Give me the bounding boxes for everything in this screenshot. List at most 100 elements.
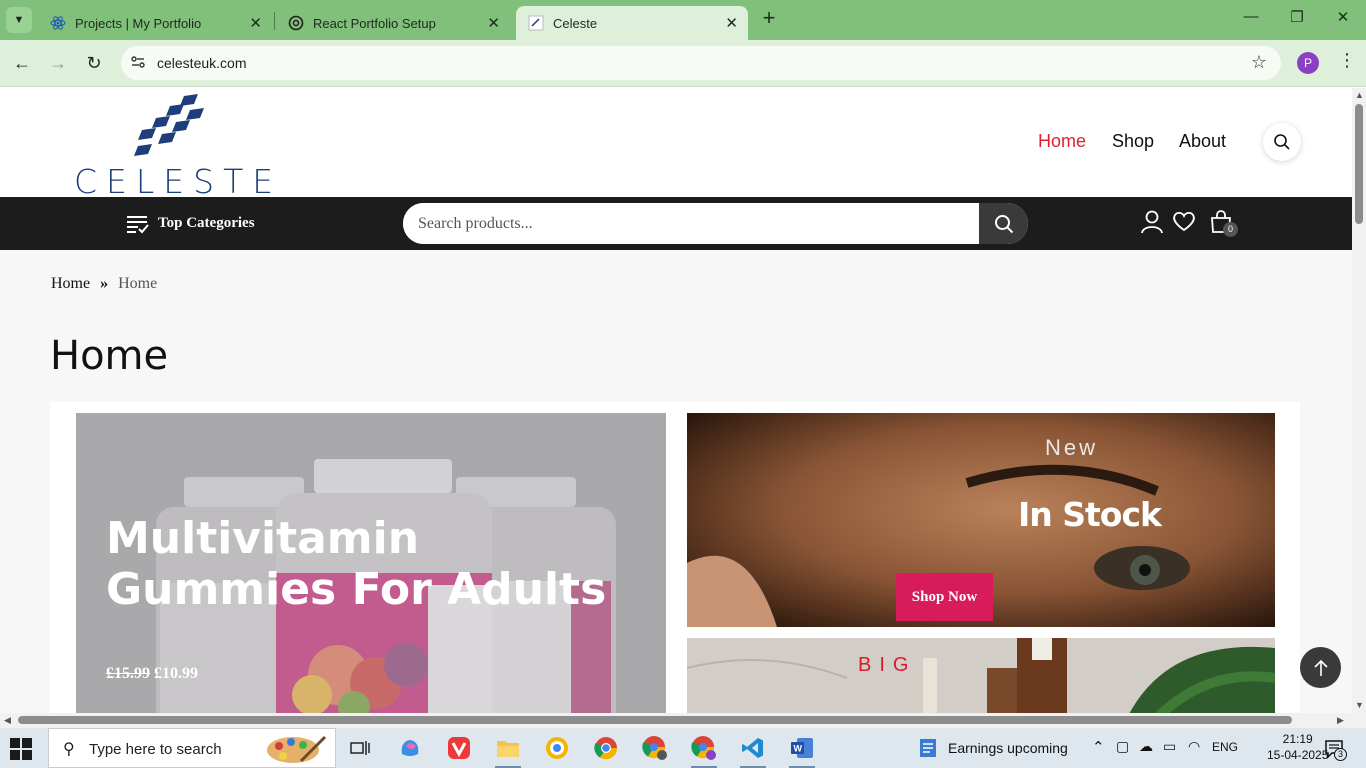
new-in-stock-banner[interactable]: New In Stock Shop Now [687, 413, 1275, 627]
banner-headline: In Stock [1018, 495, 1162, 534]
banner-eyebrow: New [1045, 435, 1099, 460]
scroll-up-arrow-icon[interactable]: ▲ [1355, 90, 1364, 100]
taskbar-search-placeholder: Type here to search [89, 741, 222, 758]
browser-menu-icon[interactable]: ⋮ [1338, 50, 1356, 71]
clock-time: 21:19 [1282, 732, 1313, 746]
breadcrumb-current: Home [118, 275, 158, 292]
windows-start-icon[interactable] [10, 738, 32, 760]
wifi-icon[interactable]: ◠ [1188, 738, 1200, 755]
tab-title: Projects | My Portfolio [75, 15, 202, 31]
tab-search-dropdown-icon[interactable]: ▼ [6, 7, 32, 33]
svg-text:W: W [794, 744, 803, 754]
nav-shop[interactable]: Shop [1112, 131, 1154, 152]
copilot-icon[interactable] [396, 734, 424, 762]
word-icon[interactable]: W [788, 734, 816, 768]
category-list-icon[interactable] [127, 214, 149, 234]
forward-arrow-icon[interactable]: → [45, 51, 71, 77]
windows-taskbar: ⚲ Type here to search W Earnings upcomin [0, 728, 1366, 768]
url-text[interactable]: celesteuk.com [157, 55, 246, 71]
breadcrumb-home-link[interactable]: Home [51, 275, 90, 293]
file-explorer-icon[interactable] [494, 734, 522, 768]
paint-palette-icon [267, 735, 327, 763]
search-icon [994, 214, 1013, 233]
search-icon: ⚲ [63, 741, 75, 758]
language-indicator[interactable]: ENG [1212, 740, 1238, 754]
taskbar-search-box[interactable]: ⚲ Type here to search [48, 728, 336, 768]
multivitamin-banner[interactable]: Multivitamin Gummies For Adults £15.99 £… [76, 413, 666, 713]
close-tab-icon[interactable]: ✕ [725, 14, 738, 32]
arrow-up-icon [1313, 659, 1328, 676]
chevron-up-icon[interactable]: ⌃ [1092, 738, 1105, 756]
app-circle-icon[interactable] [543, 734, 571, 762]
product-search-input[interactable] [403, 203, 979, 244]
scroll-down-arrow-icon[interactable]: ▼ [1355, 700, 1364, 710]
close-window-icon[interactable]: ✕ [1328, 8, 1358, 32]
logo-mark-icon [134, 94, 204, 156]
tab-title: Celeste [553, 15, 598, 31]
new-tab-plus-icon[interactable]: + [758, 7, 780, 30]
vertical-scrollbar[interactable]: ▲ ▼ [1352, 88, 1366, 713]
page-title: Home [50, 333, 169, 379]
browser-tab-bar: ▼ Projects | My Portfolio ✕ React Portfo… [0, 0, 1366, 40]
battery-icon[interactable]: ▭ [1163, 738, 1176, 755]
banner-eyebrow: BIG [858, 654, 917, 676]
category-bar: Top Categories 0 [0, 197, 1352, 250]
tab-celeste[interactable]: Celeste ✕ [516, 6, 748, 40]
restore-icon[interactable]: ❐ [1282, 8, 1312, 32]
tab-projects[interactable]: Projects | My Portfolio ✕ [38, 6, 272, 40]
product-search [403, 203, 1028, 244]
close-tab-icon[interactable]: ✕ [487, 14, 500, 32]
logo-text: CELESTE [74, 162, 283, 201]
clock[interactable]: 21:19 15-04-2025 [1267, 731, 1328, 763]
account-icon[interactable] [1141, 210, 1163, 234]
tab-divider [274, 12, 275, 30]
banner-title: Multivitamin Gummies For Adults [106, 513, 607, 615]
wishlist-heart-icon[interactable] [1172, 210, 1196, 232]
task-view-icon[interactable] [346, 734, 374, 762]
news-widget-text[interactable]: Earnings upcoming [948, 740, 1068, 756]
chrome-active-profile-icon[interactable] [690, 734, 718, 768]
profile-avatar[interactable]: P [1297, 52, 1319, 74]
notification-count-badge: 3 [1334, 748, 1347, 761]
header-search-button[interactable] [1263, 123, 1301, 161]
horizontal-scrollbar[interactable]: ◀ ▶ [0, 713, 1366, 728]
clock-date: 15-04-2025 [1267, 748, 1329, 762]
address-bar[interactable]: celesteuk.com ☆ [121, 46, 1281, 80]
scrollbar-thumb[interactable] [18, 716, 1292, 724]
news-widget-icon[interactable] [918, 737, 938, 759]
cart-count-badge: 0 [1223, 222, 1238, 237]
reload-icon[interactable]: ↻ [81, 51, 107, 77]
breadcrumb: Home » Home [51, 275, 157, 293]
tab-react-setup[interactable]: React Portfolio Setup ✕ [276, 6, 510, 40]
search-icon [1274, 134, 1290, 150]
bookmark-star-icon[interactable]: ☆ [1251, 52, 1267, 73]
onedrive-cloud-icon[interactable]: ☁ [1139, 738, 1153, 755]
main-content: Home » Home Home Multivitamin Gummies Fo… [0, 250, 1352, 713]
vivaldi-icon[interactable] [445, 734, 473, 762]
top-categories-label[interactable]: Top Categories [158, 215, 255, 232]
big-sale-banner[interactable]: BIG [687, 638, 1275, 713]
celeste-logo[interactable]: CELESTE [72, 92, 273, 201]
tab-title: React Portfolio Setup [313, 15, 436, 31]
scroll-to-top-button[interactable] [1300, 647, 1341, 688]
nav-home[interactable]: Home [1038, 131, 1086, 152]
scroll-right-arrow-icon[interactable]: ▶ [1337, 715, 1344, 726]
close-tab-icon[interactable]: ✕ [249, 14, 262, 32]
old-price: £15.99 [106, 665, 150, 682]
chrome-profile-icon[interactable] [641, 734, 669, 762]
vscode-icon[interactable] [739, 734, 767, 768]
meet-icon[interactable]: ▢ [1116, 738, 1129, 755]
back-arrow-icon[interactable]: ← [9, 51, 35, 77]
minimize-icon[interactable]: — [1236, 8, 1266, 32]
site-header: CELESTE Home Shop About [0, 88, 1352, 201]
product-search-button[interactable] [979, 203, 1028, 244]
sale-price: £10.99 [154, 665, 198, 682]
nav-about[interactable]: About [1179, 131, 1226, 152]
shop-now-button[interactable]: Shop Now [896, 573, 993, 621]
scroll-left-arrow-icon[interactable]: ◀ [4, 715, 11, 726]
site-info-icon[interactable] [130, 54, 146, 73]
celeste-favicon [528, 15, 544, 31]
scrollbar-thumb[interactable] [1355, 104, 1363, 224]
browser-toolbar: ← → ↻ celesteuk.com ☆ P ⋮ [0, 40, 1366, 87]
chrome-icon[interactable] [592, 734, 620, 762]
